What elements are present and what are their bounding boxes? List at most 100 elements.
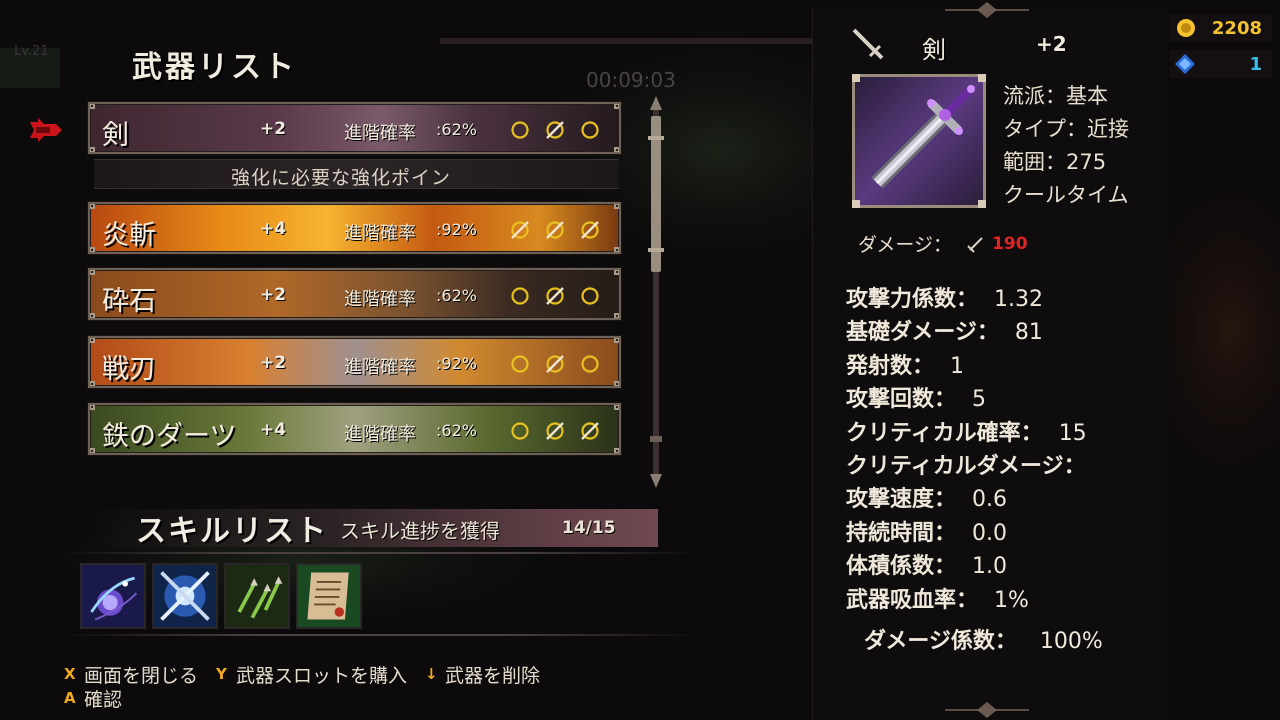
- currency-display: 2208 1: [1170, 14, 1272, 78]
- stat-row: 攻撃速度： 0.6: [846, 483, 1102, 516]
- advance-rate-value: :92%: [436, 220, 477, 239]
- info-type: タイプ：近接: [1003, 117, 1129, 141]
- advance-rate-value: :62%: [436, 286, 477, 305]
- stat-label: クリティカルダメージ：: [846, 454, 1086, 480]
- panel-top-ornament: [945, 2, 1029, 18]
- weapon-level: +2: [260, 285, 287, 305]
- weapon-stats-list: 攻撃力係数： 1.32 基礎ダメージ： 81 発射数： 1 攻撃回数： 5 クリティカル確率： 1…: [846, 283, 1102, 617]
- damage-row: ダメージ： 190: [858, 230, 1028, 257]
- stat-value: 1: [950, 353, 965, 379]
- weapon-portrait: [852, 74, 986, 208]
- upgrade-slots: [508, 118, 602, 142]
- scroll-skill-icon[interactable]: [296, 563, 362, 629]
- weapon-row-iron-darts[interactable]: 鉄のダーツ +4 進階確率:62%: [88, 403, 621, 455]
- y-button-icon: Y: [216, 665, 227, 683]
- sword-portrait-icon: [871, 85, 975, 189]
- background-level-tag: Lv.21: [14, 44, 49, 59]
- close-screen-hint[interactable]: 画面を閉じる: [84, 661, 198, 688]
- advance-rate-label: 進階確率: [344, 223, 416, 244]
- control-hint-line-1: X 画面を閉じる Y 武器スロットを購入 ↓ 武器を削除: [64, 661, 558, 688]
- weapon-name: 炎斬: [102, 220, 156, 251]
- weapon-row-flame-slash[interactable]: 炎斬 +4 進階確率 :92%: [88, 202, 621, 254]
- skill-progress-label: スキル進捗を獲得: [340, 519, 500, 543]
- weapon-row-stonebreaker[interactable]: 砕石 +2 進階確率:62%: [88, 268, 621, 320]
- info-range: 範囲：275: [1003, 150, 1107, 174]
- info-cooldown: クールタイム: [1003, 183, 1129, 207]
- info-school: 流派：基本: [1003, 84, 1108, 108]
- weapon-level: +2: [260, 119, 287, 139]
- stat-label: 攻撃力係数：: [846, 287, 979, 312]
- upgrade-slots: [508, 352, 602, 376]
- stat-value: 15: [1058, 420, 1087, 446]
- damage-coef-label: ダメージ係数：: [864, 629, 1017, 654]
- filled-slot-icon: [546, 355, 564, 373]
- weapon-row-sword[interactable]: 剣 +2 進階確率 :62%: [88, 102, 621, 154]
- weapon-level: +4: [260, 420, 287, 440]
- advance-rate-label: 進階確率: [344, 123, 416, 144]
- panel-bottom-ornament: [945, 702, 1029, 718]
- filled-slot-icon: [546, 121, 564, 139]
- damage-coef-value: 100%: [1039, 629, 1103, 654]
- magic-hand-skill-icon[interactable]: [80, 563, 146, 629]
- weapon-info-list: 流派：基本 タイプ：近接 範囲：275 クールタイム: [1003, 80, 1129, 212]
- stat-row: 攻撃力係数： 1.32: [846, 283, 1102, 316]
- weapon-list-title: 武器リスト: [132, 50, 297, 85]
- stat-row: 攻撃回数： 5: [846, 383, 1102, 416]
- filled-slot-icon: [581, 422, 599, 440]
- blue-gem-icon: [1175, 54, 1195, 74]
- empty-slot-icon: [511, 422, 529, 440]
- weapon-list-scrollbar[interactable]: [640, 96, 672, 488]
- filled-slot-icon: [546, 287, 564, 305]
- stat-row: 持続時間： 0.0: [846, 517, 1102, 550]
- a-button-icon: A: [64, 689, 76, 707]
- x-button-icon: X: [64, 665, 76, 683]
- filled-slot-icon: [581, 221, 599, 239]
- skill-divider-top: [60, 552, 700, 554]
- stat-label: 攻撃速度：: [846, 487, 957, 513]
- weapon-name: 戦刃: [102, 354, 156, 385]
- skill-list-title: スキルリスト: [136, 514, 328, 549]
- gold-amount: 2208: [1211, 17, 1262, 39]
- stat-value: 5: [972, 387, 987, 413]
- weapon-name: 剣: [102, 120, 129, 151]
- weapon-row-war-blade[interactable]: 戦刃 +2 進階確率:92%: [88, 336, 621, 388]
- confirm-hint[interactable]: 確認: [84, 685, 122, 712]
- advance-rate-label: 進階確率: [344, 289, 416, 310]
- stat-label: 体積係数：: [846, 554, 957, 580]
- skill-progress-count: 14/15: [562, 518, 616, 538]
- skill-icon-list: [80, 563, 362, 629]
- damage-sword-icon: [967, 236, 983, 253]
- stat-value: 1.32: [994, 287, 1043, 312]
- empty-slot-icon: [581, 287, 599, 305]
- upgrade-slots: [508, 419, 602, 443]
- stat-value: 0.6: [972, 487, 1008, 513]
- advance-rate-label: 進階確率: [344, 424, 416, 445]
- filled-slot-icon: [546, 422, 564, 440]
- delete-weapon-hint[interactable]: 武器を削除: [445, 661, 540, 688]
- stat-row: 武器吸血率： 1%: [846, 584, 1102, 617]
- upgrade-slots: [508, 218, 602, 242]
- stat-label: 基礎ダメージ：: [846, 320, 999, 346]
- buy-weapon-slot-hint[interactable]: 武器スロットを購入: [236, 661, 407, 688]
- empty-slot-icon: [511, 121, 529, 139]
- stat-value: 1%: [994, 587, 1029, 613]
- stat-value: 81: [1014, 320, 1043, 346]
- control-hint-line-2: A 確認: [64, 685, 558, 712]
- weapon-level: +4: [260, 219, 287, 239]
- scroll-up-arrow-icon: [650, 96, 662, 110]
- stat-label: 武器吸血率：: [846, 587, 979, 613]
- stat-value: 0.0: [972, 520, 1008, 546]
- detail-weapon-level: +2: [1036, 32, 1067, 56]
- detail-weapon-name: 剣: [922, 36, 946, 64]
- filled-slot-icon: [511, 221, 529, 239]
- green-darts-skill-icon[interactable]: [224, 563, 290, 629]
- sword-type-icon: [852, 28, 884, 60]
- stat-row: クリティカル確率： 15: [846, 417, 1102, 450]
- selection-cursor-icon: [30, 118, 62, 142]
- upgrade-slots: [508, 284, 602, 308]
- stat-label: クリティカル確率：: [846, 420, 1043, 446]
- advance-rate-value: :62%: [436, 120, 477, 139]
- filled-slot-icon: [546, 221, 564, 239]
- stat-label: 発射数：: [846, 353, 935, 379]
- crossed-swords-skill-icon[interactable]: [152, 563, 218, 629]
